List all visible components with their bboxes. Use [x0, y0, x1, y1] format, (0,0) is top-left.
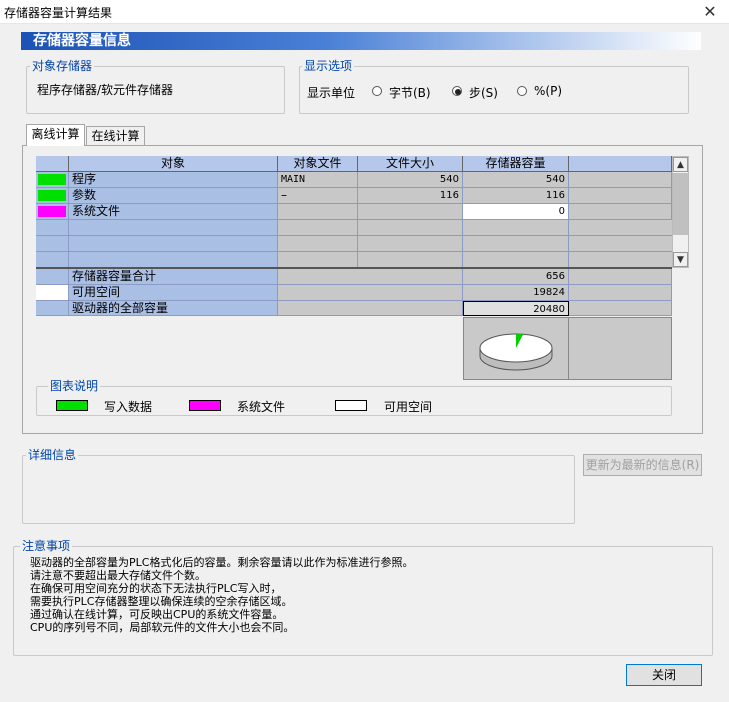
summary-color-free [36, 285, 69, 301]
row-size: 116 [358, 188, 463, 204]
summary-color [36, 301, 69, 316]
col-header-capacity: 存储器容量 [463, 156, 569, 172]
summary-name: 可用空间 [69, 285, 278, 301]
row-name[interactable]: 程序 [69, 172, 278, 188]
empty-col-lines [36, 220, 672, 268]
row-name[interactable]: 系统文件 [69, 204, 278, 220]
legend-label-system: 系统文件 [237, 400, 286, 414]
color-swatch [38, 206, 66, 217]
legend-swatch-free [335, 400, 367, 411]
target-memory-legend: 对象存储器 [30, 59, 95, 73]
note-line: 在确保可用空间充分的状态下无法执行PLC写入时， [30, 582, 282, 595]
memory-table: 对象 对象文件 文件大小 存储器容量 程序 MAIN 540 540 参数 – … [36, 156, 672, 316]
row-file [278, 204, 358, 220]
summary-blank [278, 285, 463, 301]
summary-value: 20480 [463, 301, 569, 316]
note-line: 需要执行PLC存储器整理以确保连续的空余存储区域。 [30, 595, 293, 608]
window-title: 存储器容量计算结果 [4, 6, 113, 20]
legend-label-write: 写入数据 [104, 400, 153, 414]
note-line: CPU的序列号不同，局部软元件的文件大小也会不同。 [30, 621, 295, 634]
row-file: – [278, 188, 358, 204]
radio-percent-label: %(P) [534, 84, 563, 98]
table-scrollbar[interactable]: ▲ ▼ [672, 156, 689, 268]
col-header-color [36, 156, 69, 172]
scroll-track[interactable] [673, 173, 688, 235]
color-swatch [38, 174, 66, 185]
tab-online[interactable]: 在线计算 [86, 126, 145, 145]
section-banner: 存储器容量信息 [21, 32, 701, 50]
radio-percent[interactable]: %(P) [517, 84, 577, 100]
radio-bytes-circle[interactable] [372, 86, 382, 96]
col-header-extra [569, 156, 672, 172]
display-options-legend: 显示选项 [302, 59, 355, 73]
notes-text: 驱动器的全部容量为PLC格式化后的容量。剩余容量请以此作为标准进行参照。 请注意… [30, 556, 570, 634]
row-color-program [36, 172, 69, 188]
legend-swatch-system [189, 400, 221, 411]
row-extra [569, 172, 672, 188]
row-extra [569, 204, 672, 220]
target-memory-value: 程序存储器/软元件存储器 [37, 83, 174, 97]
radio-bytes-label: 字节(B) [389, 86, 431, 100]
row-color-param [36, 188, 69, 204]
close-icon[interactable]: ✕ [697, 1, 723, 23]
row-size: 540 [358, 172, 463, 188]
summary-extra [569, 269, 672, 285]
pie-chart-box [463, 317, 569, 380]
row-capacity: 0 [463, 204, 569, 220]
radio-steps-label: 步(S) [469, 86, 498, 100]
col-header-size: 文件大小 [358, 156, 463, 172]
summary-extra [569, 285, 672, 301]
radio-bytes[interactable]: 字节(B) [372, 84, 442, 100]
row-extra [569, 188, 672, 204]
row-capacity: 540 [463, 172, 569, 188]
capacity-pie-chart [479, 333, 553, 371]
summary-blank [278, 301, 463, 316]
scroll-up-icon[interactable]: ▲ [673, 157, 688, 172]
row-size [358, 204, 463, 220]
row-capacity: 116 [463, 188, 569, 204]
scroll-down-icon[interactable]: ▼ [673, 252, 688, 267]
summary-name: 驱动器的全部容量 [69, 301, 278, 316]
legend-label-free: 可用空间 [384, 400, 433, 414]
row-file: MAIN [278, 172, 358, 188]
note-line: 驱动器的全部容量为PLC格式化后的容量。剩余容量请以此作为标准进行参照。 [30, 556, 414, 569]
radio-percent-circle[interactable] [517, 86, 527, 96]
row-name[interactable]: 参数 [69, 188, 278, 204]
summary-color [36, 269, 69, 285]
tab-offline[interactable]: 离线计算 [26, 124, 85, 146]
detail-info-legend: 详细信息 [26, 448, 79, 462]
chart-legend-title: 图表说明 [48, 379, 101, 393]
col-header-object: 对象 [69, 156, 278, 172]
note-line: 请注意不要超出最大存储文件个数。 [30, 569, 206, 582]
pie-chart-side [569, 317, 672, 380]
summary-name: 存储器容量合计 [69, 269, 278, 285]
summary-blank [278, 269, 463, 285]
radio-steps[interactable]: 步(S) [452, 84, 512, 100]
radio-steps-circle[interactable] [452, 86, 462, 96]
display-unit-label: 显示单位 [307, 86, 356, 100]
summary-extra [569, 301, 672, 316]
color-swatch [38, 190, 66, 201]
notes-legend: 注意事项 [20, 539, 73, 553]
summary-value: 19824 [463, 285, 569, 301]
summary-value: 656 [463, 269, 569, 285]
refresh-info-button[interactable]: 更新为最新的信息(R) [583, 454, 702, 476]
row-color-system [36, 204, 69, 220]
title-bar: 存储器容量计算结果 ✕ [0, 0, 729, 24]
col-header-file: 对象文件 [278, 156, 358, 172]
detail-info-group [22, 455, 575, 524]
close-button[interactable]: 关闭 [626, 664, 702, 686]
note-line: 通过确认在线计算，可反映出CPU的系统文件容量。 [30, 608, 284, 621]
legend-swatch-write [56, 400, 88, 411]
